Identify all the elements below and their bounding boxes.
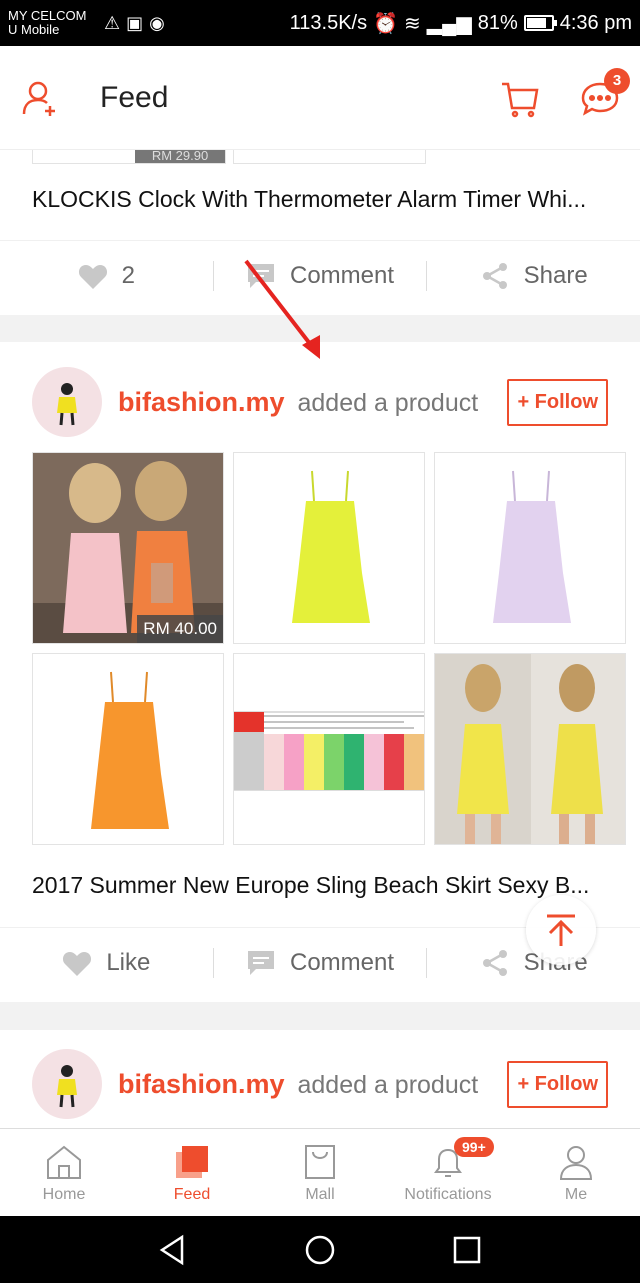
shop-activity: bifashion.my added a product — [118, 1069, 478, 1100]
chat-badge: 3 — [604, 67, 630, 94]
share-button[interactable]: Share — [427, 261, 640, 291]
price-tag: RM 29.90 — [135, 150, 225, 163]
product-title[interactable]: KLOCKIS Clock With Thermometer Alarm Tim… — [0, 186, 640, 213]
follow-button[interactable]: + Follow — [507, 1060, 608, 1108]
mall-bag-icon — [305, 1144, 335, 1179]
comment-label: Comment — [289, 261, 395, 289]
clock: 4:36 pm — [559, 11, 632, 34]
add-friend-icon[interactable] — [20, 78, 60, 118]
chat-icon[interactable]: 3 — [580, 67, 630, 118]
notifications-badge: 99+ — [454, 1137, 494, 1157]
home-circle-icon[interactable] — [303, 1233, 337, 1267]
product-image[interactable] — [434, 653, 626, 845]
nav-me[interactable]: Me — [512, 1129, 640, 1216]
nav-label: Mall — [305, 1185, 335, 1203]
shop-name[interactable]: bifashion.my — [118, 1069, 285, 1099]
like-button[interactable]: Like — [0, 949, 213, 977]
heart-icon — [63, 951, 92, 976]
product-image[interactable] — [32, 653, 224, 845]
status-bar: MY CELCOM U Mobile ⚠ ▣ ◉ 113.5K/s ⏰ ≋ ▂▄… — [0, 0, 640, 46]
product-title[interactable]: 2017 Summer New Europe Sling Beach Skirt… — [0, 872, 640, 899]
nav-label: Me — [564, 1185, 588, 1203]
product-image[interactable] — [233, 653, 425, 845]
status-right: 113.5K/s ⏰ ≋ ▂▄▆ 81% 4:36 pm — [290, 11, 632, 36]
comment-icon — [247, 950, 274, 975]
comment-button[interactable]: Comment — [214, 262, 427, 290]
product-image[interactable] — [233, 452, 425, 644]
battery-percent: 81% — [477, 11, 518, 34]
avatar-image — [57, 1065, 77, 1108]
price-tag: RM 40.00 — [137, 615, 223, 643]
share-icon — [482, 949, 507, 976]
user-icon — [559, 1145, 593, 1180]
page-title: Feed — [100, 80, 169, 114]
cart-icon[interactable] — [500, 78, 540, 118]
yellow-dress-models-photo — [435, 654, 625, 844]
like-button[interactable]: 2 — [0, 262, 213, 290]
system-nav-bar — [0, 1216, 640, 1283]
carrier-primary: MY CELCOM — [8, 8, 87, 23]
alarm-icon: ⏰ — [373, 12, 398, 35]
orange-dress-image — [91, 671, 169, 829]
battery-icon — [523, 15, 557, 31]
shop-header: bifashion.my added a product + Follow — [0, 362, 640, 442]
product-image[interactable] — [434, 452, 626, 644]
product-image[interactable]: RM 29.90 — [32, 150, 226, 164]
activity-text: added a product — [297, 1070, 479, 1099]
signal-icon: ▂▄▆ — [426, 12, 472, 35]
activity-text: added a product — [297, 388, 479, 417]
product-image[interactable] — [233, 150, 426, 164]
lilac-dress-image — [493, 470, 571, 623]
yellow-dress-image — [292, 470, 370, 623]
share-icon — [482, 262, 507, 289]
like-count: 2 — [121, 261, 136, 289]
home-icon — [47, 1145, 81, 1179]
location-icon: ◉ — [149, 12, 165, 33]
comment-button[interactable]: Comment — [214, 949, 427, 977]
product-image[interactable]: RM 40.00 — [32, 452, 224, 644]
comment-icon — [247, 263, 274, 288]
notification-icons: ⚠ ▣ ◉ — [104, 13, 165, 34]
scroll-to-top-button[interactable] — [526, 895, 596, 965]
share-label: Share — [523, 261, 588, 289]
avatar[interactable] — [32, 1049, 102, 1119]
network-speed: 113.5K/s — [289, 11, 368, 34]
warning-icon: ⚠ — [104, 12, 121, 33]
wifi-icon: ≋ — [404, 12, 421, 35]
bottom-nav: Home Feed Mall Notifications 99+ Me — [0, 1128, 640, 1216]
like-label: Like — [106, 948, 151, 976]
nav-home[interactable]: Home — [0, 1129, 128, 1216]
back-icon[interactable] — [156, 1233, 190, 1267]
nav-mall[interactable]: Mall — [256, 1129, 384, 1216]
nav-label: Feed — [173, 1185, 211, 1203]
app-header: Feed 3 — [0, 46, 640, 150]
shop-activity: bifashion.my added a product — [118, 387, 478, 418]
avatar-image — [57, 383, 77, 426]
feed-card: RM 29.90 KLOCKIS Clock With Thermometer … — [0, 150, 640, 315]
product-image-grid: RM 40.00 — [32, 452, 626, 845]
product-image-strip: RM 29.90 — [0, 150, 640, 170]
arrow-up-icon — [547, 914, 575, 946]
action-bar: 2 Comment Share — [0, 240, 640, 310]
feed-card: bifashion.my added a product + Follow — [0, 1030, 640, 1128]
nav-notifications[interactable]: Notifications 99+ — [384, 1129, 512, 1216]
feed-list[interactable]: RM 29.90 KLOCKIS Clock With Thermometer … — [0, 150, 640, 1128]
nav-label: Home — [42, 1185, 86, 1203]
nav-feed[interactable]: Feed — [128, 1129, 256, 1216]
carrier-secondary: U Mobile — [8, 22, 60, 37]
heart-icon — [78, 264, 107, 289]
shop-header: bifashion.my added a product + Follow — [0, 1044, 640, 1124]
avatar[interactable] — [32, 367, 102, 437]
recents-icon[interactable] — [450, 1233, 484, 1267]
follow-button[interactable]: + Follow — [507, 378, 608, 426]
feed-icon — [176, 1145, 208, 1178]
gallery-icon: ▣ — [126, 12, 144, 33]
shop-name[interactable]: bifashion.my — [118, 387, 285, 417]
nav-label: Notifications — [404, 1185, 492, 1203]
carrier-info: MY CELCOM U Mobile — [8, 9, 100, 37]
size-chart-image — [234, 711, 424, 791]
battery-fill — [526, 18, 547, 28]
comment-label: Comment — [289, 948, 395, 976]
